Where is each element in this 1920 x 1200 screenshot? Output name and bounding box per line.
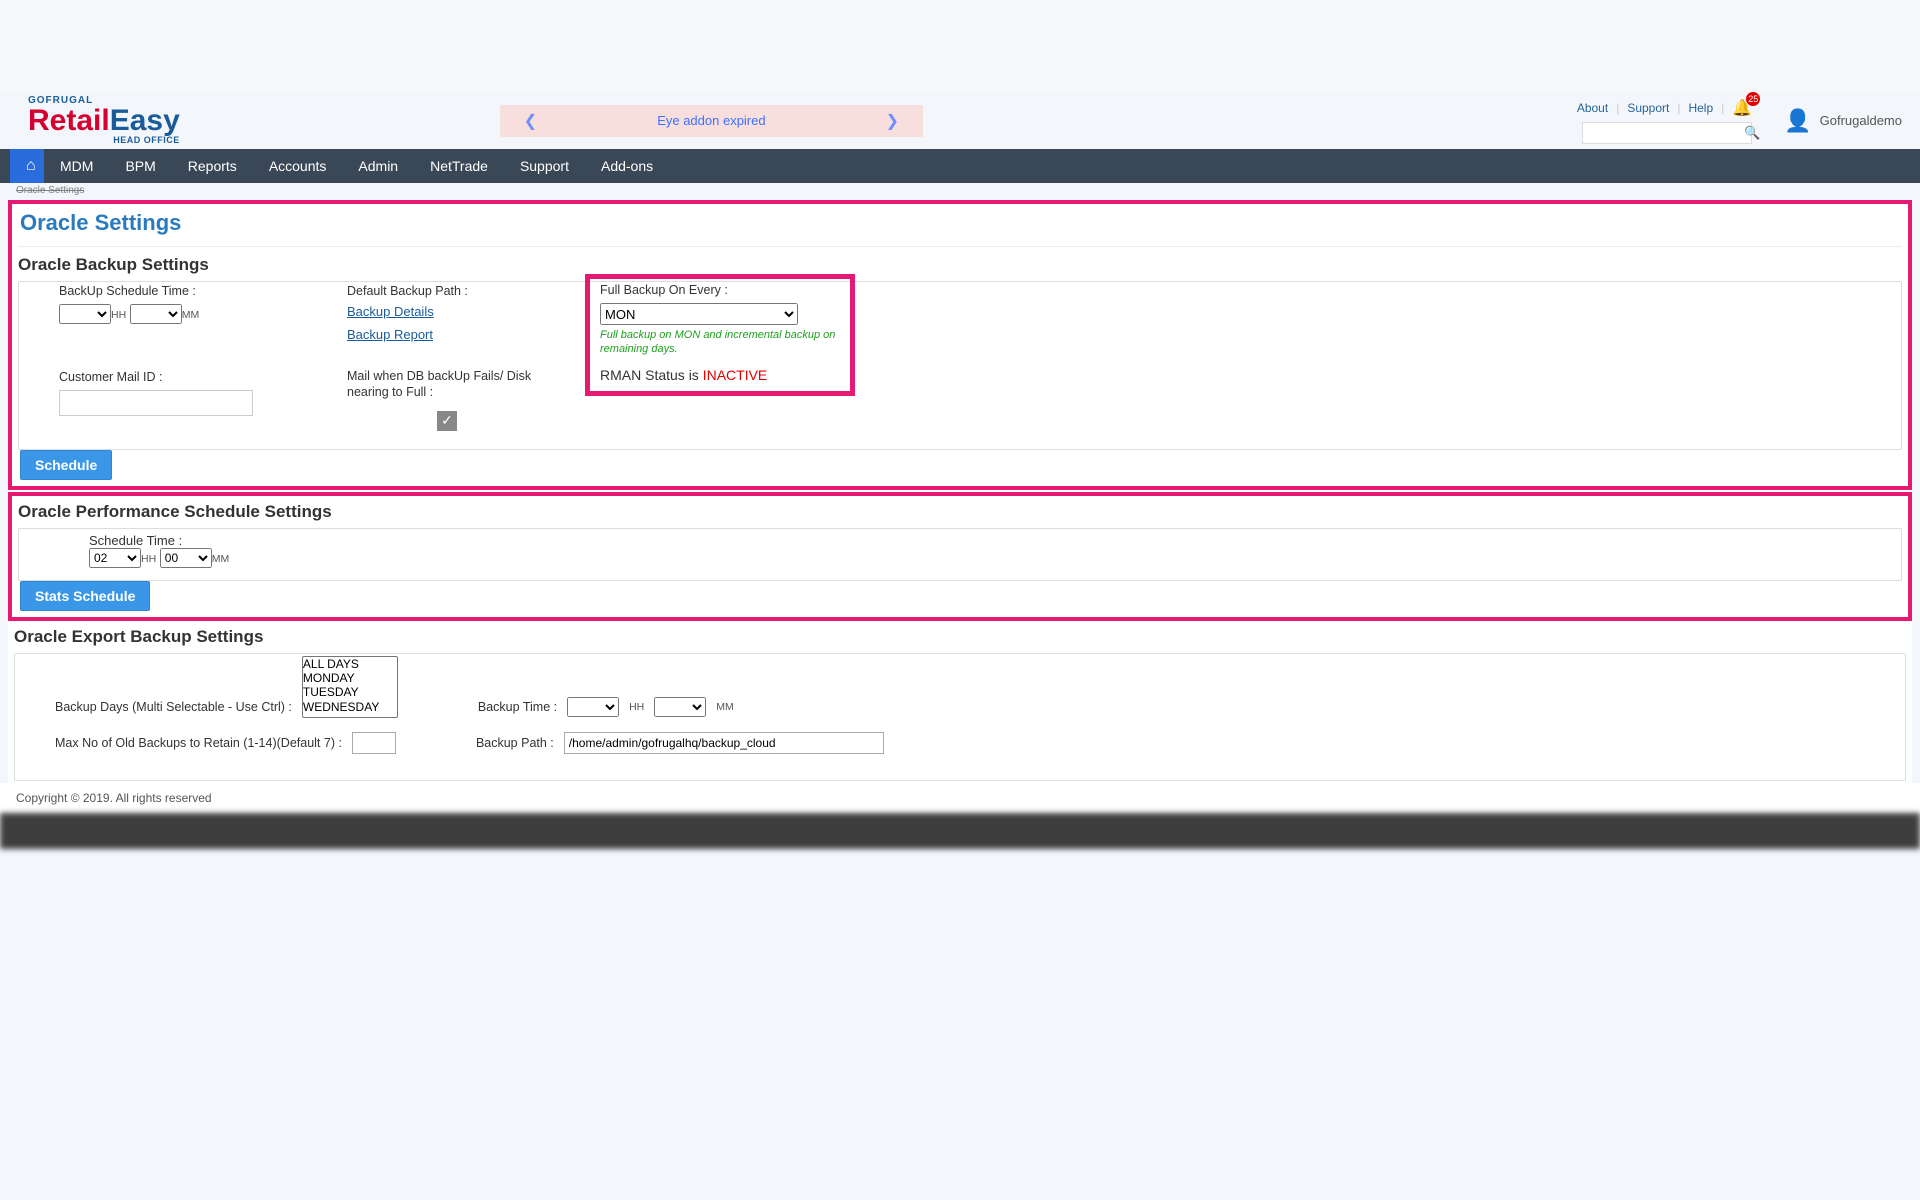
sch-time-label: BackUp Schedule Time : xyxy=(59,284,319,298)
perf-hh-label: HH xyxy=(141,553,156,565)
nav-reports[interactable]: Reports xyxy=(172,149,253,183)
search-input[interactable] xyxy=(1589,126,1744,140)
col-defaults: Default Backup Path : Backup Details Bac… xyxy=(347,284,567,431)
notice-prev[interactable]: ❮ xyxy=(524,111,537,131)
rman-status: RMAN Status is INACTIVE xyxy=(600,367,840,383)
mail-when-label: Mail when DB backUp Fails/ Disk nearing … xyxy=(347,368,567,401)
help-link[interactable]: Help xyxy=(1688,101,1713,115)
sch-hh[interactable] xyxy=(59,304,111,324)
col-full-backup: Full Backup On Every : MON Full backup o… xyxy=(595,284,855,431)
logo-subtitle: HEAD OFFICE xyxy=(28,136,180,145)
backup-days-label: Backup Days (Multi Selectable - Use Ctrl… xyxy=(55,700,292,714)
exp-hh[interactable] xyxy=(567,697,619,717)
cust-mail-input[interactable] xyxy=(59,390,253,416)
header-links: About| Support| Help| 🔔 25 xyxy=(1577,98,1752,118)
export-section: Oracle Export Backup Settings Backup Day… xyxy=(8,623,1912,783)
browser-chrome-blur xyxy=(0,0,1920,92)
perf-sch-label: Schedule Time : xyxy=(89,533,182,548)
nav-addons[interactable]: Add-ons xyxy=(585,149,669,183)
backup-days-select[interactable]: ALL DAYS MONDAY TUESDAY WEDNESDAY xyxy=(302,656,398,718)
backup-time-label: Backup Time : xyxy=(478,700,557,714)
nav-bpm[interactable]: BPM xyxy=(109,149,171,183)
nav-admin[interactable]: Admin xyxy=(342,149,414,183)
notif-badge: 25 xyxy=(1746,92,1760,106)
notice-text: Eye addon expired xyxy=(657,113,765,128)
nav-mdm[interactable]: MDM xyxy=(44,149,109,183)
header-right: About| Support| Help| 🔔 25 🔍 xyxy=(1577,98,1752,144)
footer: Copyright © 2019. All rights reserved xyxy=(0,783,1920,813)
notice-banner: ❮ Eye addon expired ❯ xyxy=(500,105,923,137)
nav-home[interactable]: ⌂ xyxy=(10,149,44,183)
backup-panel: BackUp Schedule Time : HH MM Customer Ma… xyxy=(18,281,1902,450)
full-backup-label: Full Backup On Every : xyxy=(600,283,840,297)
hh-label: HH xyxy=(111,309,126,321)
col-schedule: BackUp Schedule Time : HH MM Customer Ma… xyxy=(59,284,319,431)
max-backups-input[interactable] xyxy=(352,732,396,754)
main-nav: ⌂ MDM BPM Reports Accounts Admin NetTrad… xyxy=(0,149,1920,183)
highlight-full-backup: Full Backup On Every : MON Full backup o… xyxy=(585,274,855,396)
cust-mail-label: Customer Mail ID : xyxy=(59,370,319,384)
mm-label: MM xyxy=(182,309,200,321)
breadcrumb: Oracle Settings xyxy=(0,183,1920,198)
app-header: GOFRUGAL RetailEasy HEAD OFFICE ❮ Eye ad… xyxy=(0,92,1920,149)
backup-path-input[interactable] xyxy=(564,732,884,754)
backup-report-link[interactable]: Backup Report xyxy=(347,327,433,342)
schedule-button[interactable]: Schedule xyxy=(20,450,112,480)
exp-mm-label: MM xyxy=(716,701,734,713)
sch-mm[interactable] xyxy=(130,304,182,324)
page-title: Oracle Settings xyxy=(18,208,1902,247)
support-link[interactable]: Support xyxy=(1627,101,1669,115)
global-search[interactable]: 🔍 xyxy=(1582,122,1752,144)
backup-details-link[interactable]: Backup Details xyxy=(347,304,434,319)
nav-support[interactable]: Support xyxy=(504,149,585,183)
def-path-label: Default Backup Path : xyxy=(347,284,567,298)
perf-panel: Schedule Time : 02HH 00MM xyxy=(18,528,1902,581)
stats-schedule-button[interactable]: Stats Schedule xyxy=(20,581,150,611)
taskbar-blur xyxy=(0,813,1920,849)
nav-nettrade[interactable]: NetTrade xyxy=(414,149,504,183)
perf-mm[interactable]: 00 xyxy=(160,548,212,568)
max-backups-label: Max No of Old Backups to Retain (1-14)(D… xyxy=(55,736,342,750)
nav-accounts[interactable]: Accounts xyxy=(253,149,343,183)
perf-hh[interactable]: 02 xyxy=(89,548,141,568)
perf-heading: Oracle Performance Schedule Settings xyxy=(18,500,1902,528)
user-icon: 👤 xyxy=(1784,108,1811,134)
highlight-perf-settings: Oracle Performance Schedule Settings Sch… xyxy=(8,492,1912,621)
backup-heading: Oracle Backup Settings xyxy=(18,253,1902,281)
full-backup-hint: Full backup on MON and incremental backu… xyxy=(600,329,840,357)
notice-next[interactable]: ❯ xyxy=(886,111,899,131)
content: Oracle Settings Oracle Backup Settings B… xyxy=(8,200,1912,783)
notifications[interactable]: 🔔 25 xyxy=(1732,98,1752,118)
export-panel: Backup Days (Multi Selectable - Use Ctrl… xyxy=(14,653,1906,781)
mail-when-checkbox[interactable]: ✓ xyxy=(437,411,457,431)
logo: GOFRUGAL RetailEasy HEAD OFFICE xyxy=(28,96,180,145)
user-name: Gofrugaldemo xyxy=(1820,113,1902,128)
exp-hh-label: HH xyxy=(629,701,644,713)
user-menu[interactable]: 👤 Gofrugaldemo xyxy=(1784,108,1902,134)
export-heading: Oracle Export Backup Settings xyxy=(14,625,1906,653)
search-icon[interactable]: 🔍 xyxy=(1744,125,1760,141)
backup-path-label: Backup Path : xyxy=(476,736,554,750)
full-backup-select[interactable]: MON xyxy=(600,303,798,325)
about-link[interactable]: About xyxy=(1577,101,1608,115)
highlight-oracle-settings: Oracle Settings Oracle Backup Settings B… xyxy=(8,200,1912,490)
logo-product: RetailEasy xyxy=(28,106,180,136)
exp-mm[interactable] xyxy=(654,697,706,717)
perf-mm-label: MM xyxy=(212,553,230,565)
